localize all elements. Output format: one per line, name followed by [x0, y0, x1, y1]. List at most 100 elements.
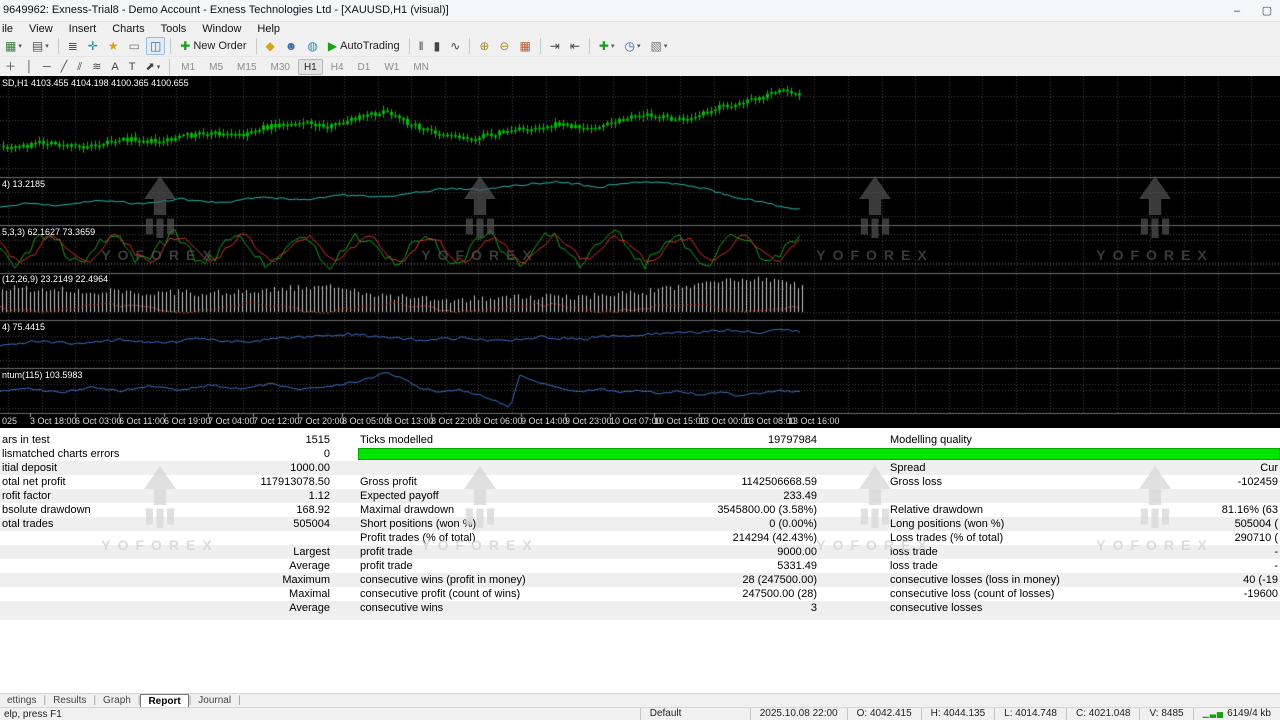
timeframe-m30[interactable]: M30 — [265, 59, 296, 75]
text-label-tool[interactable]: T — [125, 58, 140, 76]
channel-tool[interactable]: ⫽ — [73, 58, 86, 76]
horizontal-line-tool[interactable]: ─ — [39, 58, 55, 76]
report-cell: consecutive loss (count of losses) — [890, 587, 1158, 601]
dropdown-caret-icon: ▾ — [18, 42, 22, 50]
report-cell: Maximal drawdown — [360, 503, 640, 517]
timeframe-m15[interactable]: M15 — [231, 59, 262, 75]
report-cell: Modelling quality — [890, 433, 1158, 447]
tab-journal[interactable]: Journal — [191, 694, 238, 707]
maximize-button[interactable]: ▢ — [1252, 2, 1280, 20]
vertical-line-tool-icon: │ — [26, 59, 33, 75]
menu-ile[interactable]: ile — [0, 23, 21, 35]
horizontal-line-tool-icon: ─ — [43, 59, 51, 75]
report-cell: - — [1158, 559, 1278, 573]
profiles-icon: ▤ — [32, 38, 43, 54]
menu-charts[interactable]: Charts — [104, 23, 152, 35]
report-cell: consecutive losses (loss in money) — [890, 573, 1158, 587]
report-cell: Maximum — [180, 573, 330, 587]
timeframe-m5[interactable]: M5 — [203, 59, 229, 75]
report-cell: 5331.49 — [640, 559, 817, 573]
report-cell: 1142506668.59 — [640, 475, 817, 489]
price-chart-canvas[interactable] — [0, 76, 1280, 428]
expert-advisors-button[interactable]: ◆ — [262, 37, 279, 55]
dropdown-caret-icon: ▾ — [157, 63, 161, 71]
menu-window[interactable]: Window — [194, 23, 249, 35]
auto-scroll-icon: ⇥ — [550, 38, 560, 54]
report-row: Averageprofit trade5331.49loss trade- — [0, 559, 1280, 573]
timeframe-h1[interactable]: H1 — [298, 59, 323, 75]
zoom-in-button[interactable]: ⊕ — [475, 37, 493, 55]
market-watch-button[interactable]: ≣ — [64, 37, 82, 55]
report-cell: 0 (0.00%) — [640, 517, 817, 531]
report-row: Largestprofit trade9000.00loss trade- — [0, 545, 1280, 559]
report-cell: - — [1158, 545, 1278, 559]
crosshair-tool[interactable]: ＋ — [1, 58, 20, 76]
time-axis-label: 8 Oct 22:00 — [431, 416, 478, 426]
report-cell: 505004 — [180, 517, 330, 531]
report-cell: Ticks modelled — [360, 433, 640, 447]
templates-button[interactable]: ▧▾ — [646, 37, 671, 55]
candlestick-chart-icon: ▮ — [434, 38, 441, 54]
help-globe-button[interactable]: ◍ — [303, 37, 321, 55]
indicators-button[interactable]: ✚▾ — [595, 37, 619, 55]
report-cell: Average — [180, 601, 330, 615]
timeframe-h4[interactable]: H4 — [325, 59, 350, 75]
time-axis-label: 6 Oct 11:00 — [119, 416, 165, 426]
report-cell: 168.92 — [180, 503, 330, 517]
status-traffic-text: 6149/4 kb — [1227, 708, 1271, 719]
trendline-tool-icon: ╱ — [61, 59, 68, 75]
data-window-button[interactable]: ✛ — [84, 37, 102, 55]
timeframe-d1[interactable]: D1 — [352, 59, 377, 75]
timeframe-w1[interactable]: W1 — [378, 59, 405, 75]
tab-results[interactable]: Results — [46, 694, 93, 707]
tab-graph[interactable]: Graph — [96, 694, 138, 707]
status-help-text: elp, press F1 — [0, 709, 640, 720]
status-profile: Default — [640, 708, 750, 720]
strategy-tester-icon: ◫ — [150, 38, 161, 54]
auto-scroll-button[interactable]: ⇥ — [546, 37, 564, 55]
periods-button[interactable]: ◷▾ — [620, 37, 644, 55]
navigator-icon: ★ — [108, 38, 119, 54]
report-cell: loss trade — [890, 545, 1158, 559]
menu-view[interactable]: View — [21, 23, 61, 35]
bar-chart-button[interactable]: ‖ — [415, 37, 428, 55]
strategy-tester-button[interactable]: ◫ — [146, 37, 165, 55]
fibonacci-tool[interactable]: ≋ — [88, 58, 105, 76]
modelling-quality-bar — [358, 448, 1280, 460]
menu-insert[interactable]: Insert — [61, 23, 105, 35]
community-button[interactable]: ☻ — [281, 37, 302, 55]
terminal-button[interactable]: ▭ — [125, 37, 144, 55]
chart-area[interactable]: SD,H1 4103.455 4104.198 4100.365 4100.65… — [0, 76, 1280, 428]
autotrading-button[interactable]: ▶AutoTrading — [324, 37, 404, 55]
toolbar-separator — [58, 38, 59, 54]
tab-ettings[interactable]: ettings — [0, 694, 43, 707]
navigator-button[interactable]: ★ — [104, 37, 123, 55]
line-chart-button[interactable]: ∿ — [446, 37, 464, 55]
tab-report[interactable]: Report — [140, 694, 188, 707]
arrows-tool[interactable]: ⬈▾ — [142, 58, 165, 76]
zoom-out-button[interactable]: ⊖ — [495, 37, 513, 55]
profiles-button[interactable]: ▤▾ — [28, 37, 53, 55]
vertical-line-tool[interactable]: │ — [22, 58, 37, 76]
menu-help[interactable]: Help — [249, 23, 288, 35]
time-axis-label: 10 Oct 15:00 — [654, 416, 706, 426]
report-cell: 1000.00 — [180, 461, 330, 475]
timeframe-mn[interactable]: MN — [407, 59, 435, 75]
report-cell: consecutive profit (count of wins) — [360, 587, 640, 601]
report-cell: consecutive wins — [360, 601, 640, 615]
new-chart-button[interactable]: ▦▾ — [1, 37, 26, 55]
text-tool[interactable]: A — [107, 58, 122, 76]
menu-tools[interactable]: Tools — [153, 23, 195, 35]
text-tool-icon: A — [111, 59, 118, 75]
candlestick-chart-button[interactable]: ▮ — [430, 37, 445, 55]
trendline-tool[interactable]: ╱ — [57, 58, 72, 76]
tile-windows-button[interactable]: ▦ — [515, 37, 534, 55]
new-order-button[interactable]: ✚New Order — [176, 37, 250, 55]
minimize-button[interactable]: – — [1222, 2, 1252, 20]
timeframe-m1[interactable]: M1 — [175, 59, 201, 75]
status-close: C: 4021.048 — [1066, 708, 1140, 720]
report-cell: Gross loss — [890, 475, 1158, 489]
indicator-pane-label: 4) 13.2185 — [2, 179, 45, 189]
title-bar: 9649962: Exness-Trial8 - Demo Account - … — [0, 0, 1280, 22]
chart-shift-button[interactable]: ⇤ — [566, 37, 584, 55]
